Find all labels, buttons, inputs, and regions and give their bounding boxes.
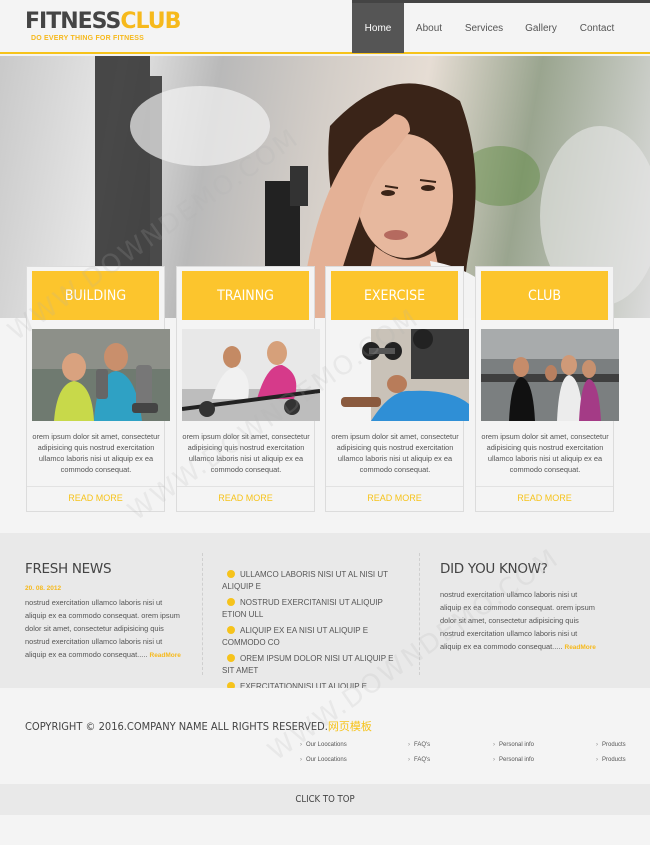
footer-link-products[interactable]: › Products (596, 742, 626, 748)
chevron-right-icon: › (493, 757, 495, 763)
logo-wordmark: FITNESSCLUB (25, 9, 181, 34)
footer-link-faq[interactable]: › FAQ's (408, 742, 430, 748)
nav-services[interactable]: Services (454, 3, 514, 53)
nav-about[interactable]: About (404, 3, 454, 53)
footer-link-label: Personal info (499, 757, 535, 763)
footer-link-faq[interactable]: › FAQ's (408, 757, 430, 763)
copyright-link[interactable]: 网页模板 (328, 720, 372, 733)
footer-link-products[interactable]: › Products (596, 757, 626, 763)
bullet-icon (227, 598, 235, 606)
logo-part-club: CLUB (120, 9, 181, 34)
feature-image-building[interactable] (32, 329, 170, 421)
feature-text: orem ipsum dolor sit amet, consectetur a… (331, 432, 459, 474)
building-photo (32, 329, 170, 421)
divider (476, 486, 613, 487)
list-item[interactable]: NOSTRUD EXERCITANISI UT ALIQUIP ETION UL… (222, 597, 400, 620)
know-title: DID YOU KNOW? (440, 561, 548, 577)
footer-link-label: Our Loocations (306, 742, 347, 748)
site-header: FITNESSCLUB DO EVERY THING FOR FITNESS H… (0, 0, 650, 54)
site-footer: COPYRIGHT © 2016.COMPANY NAME ALL RIGHTS… (0, 688, 650, 784)
chevron-right-icon: › (408, 757, 410, 763)
info-band: FRESH NEWS 20. 08. 2012 nostrud exercita… (0, 533, 650, 703)
footer-link-label: Products (602, 757, 626, 763)
footer-link-personal[interactable]: › Personal info (493, 742, 534, 748)
know-text: nostrud exercitation ullamco laboris nis… (440, 588, 600, 654)
news-body: nostrud exercitation ullamco laboris nis… (25, 598, 180, 659)
news-title: FRESH NEWS (25, 561, 112, 577)
news-read-more-link[interactable]: ReadMore (150, 652, 181, 659)
logo-part-fitness: FITNESS (25, 9, 121, 34)
logo-tagline: DO EVERY THING FOR FITNESS (31, 35, 144, 42)
nav-contact[interactable]: Contact (568, 3, 626, 53)
know-read-more-link[interactable]: ReadMore (565, 644, 596, 651)
club-photo (481, 329, 619, 421)
list-item-label: ALIQUIP EX EA NISI UT ALIQUIP E COMMODO … (222, 626, 369, 647)
divider (177, 486, 314, 487)
feature-text: orem ipsum dolor sit amet, consectetur a… (32, 432, 160, 474)
list-item[interactable]: OREM IPSUM DOLOR NISI UT ALIQUIP E SIT A… (222, 653, 400, 676)
read-more-link[interactable]: READ MORE (326, 493, 463, 503)
column-divider (419, 553, 420, 675)
feature-club: CLUB orem ipsum dolor sit amet, consecte… (475, 266, 619, 512)
list-item-label: ULLAMCO LABORIS NISI UT AL NISI UT ALIQU… (222, 570, 388, 591)
feature-image-club[interactable] (481, 329, 619, 421)
list-item-label: NOSTRUD EXERCITANISI UT ALIQUIP ETION UL… (222, 598, 383, 619)
feature-title[interactable]: CLUB (481, 271, 608, 320)
logo[interactable]: FITNESSCLUB DO EVERY THING FOR FITNESS (25, 9, 181, 43)
feature-building: BUILDING orem ipsum dolor sit amet, cons… (26, 266, 170, 512)
feature-exercise: EXERCISE orem ipsum dolor sit amet, cons… (325, 266, 469, 512)
chevron-right-icon: › (300, 742, 302, 748)
feature-image-training[interactable] (182, 329, 320, 421)
feature-training: TRAINNG orem ipsum dolor sit amet, conse… (176, 266, 320, 512)
footer-link-label: FAQ's (414, 742, 431, 748)
know-body: nostrud exercitation ullamco laboris nis… (440, 590, 595, 651)
list-item[interactable]: ALIQUIP EX EA NISI UT ALIQUIP E COMMODO … (222, 625, 400, 648)
copyright-text: COPYRIGHT © 2016.COMPANY NAME ALL RIGHTS… (25, 720, 328, 733)
bullet-icon (227, 570, 235, 578)
chevron-right-icon: › (596, 742, 598, 748)
read-more-link[interactable]: READ MORE (27, 493, 164, 503)
feature-text: orem ipsum dolor sit amet, consectetur a… (481, 432, 609, 474)
footer-link-locations[interactable]: › Our Loocations (300, 742, 347, 748)
nav-gallery[interactable]: Gallery (514, 3, 568, 53)
news-text: nostrud exercitation ullamco laboris nis… (25, 596, 185, 662)
copyright: COPYRIGHT © 2016.COMPANY NAME ALL RIGHTS… (25, 718, 372, 734)
chevron-right-icon: › (596, 757, 598, 763)
footer-link-personal[interactable]: › Personal info (493, 757, 534, 763)
footer-link-label: Personal info (499, 742, 535, 748)
main-nav: Home About Services Gallery Contact (352, 3, 626, 53)
bullet-icon (227, 626, 235, 634)
read-more-link[interactable]: READ MORE (177, 493, 314, 503)
feature-title[interactable]: BUILDING (32, 271, 159, 320)
footer-link-locations[interactable]: › Our Loocations (300, 757, 347, 763)
exercise-photo (331, 329, 469, 421)
chevron-right-icon: › (493, 742, 495, 748)
feature-title[interactable]: EXERCISE (331, 271, 458, 320)
feature-text: orem ipsum dolor sit amet, consectetur a… (182, 432, 310, 474)
read-more-link[interactable]: READ MORE (476, 493, 613, 503)
chevron-right-icon: › (408, 742, 410, 748)
footer-link-label: FAQ's (414, 757, 431, 763)
training-photo (182, 329, 320, 421)
footer-link-label: Products (602, 742, 626, 748)
list-item[interactable]: ULLAMCO LABORIS NISI UT AL NISI UT ALIQU… (222, 569, 400, 592)
click-to-top-button[interactable]: CLICK TO TOP (0, 784, 650, 815)
news-date: 20. 08. 2012 (25, 585, 62, 592)
list-item-label: OREM IPSUM DOLOR NISI UT ALIQUIP E SIT A… (222, 654, 394, 675)
chevron-right-icon: › (300, 757, 302, 763)
feature-title[interactable]: TRAINNG (182, 271, 309, 320)
footer-link-label: Our Loocations (306, 757, 347, 763)
divider (326, 486, 463, 487)
page-bottom (0, 815, 650, 845)
column-divider (202, 553, 203, 675)
bullet-icon (227, 654, 235, 662)
divider (27, 486, 164, 487)
nav-home[interactable]: Home (352, 3, 404, 53)
feature-image-exercise[interactable] (331, 329, 469, 421)
